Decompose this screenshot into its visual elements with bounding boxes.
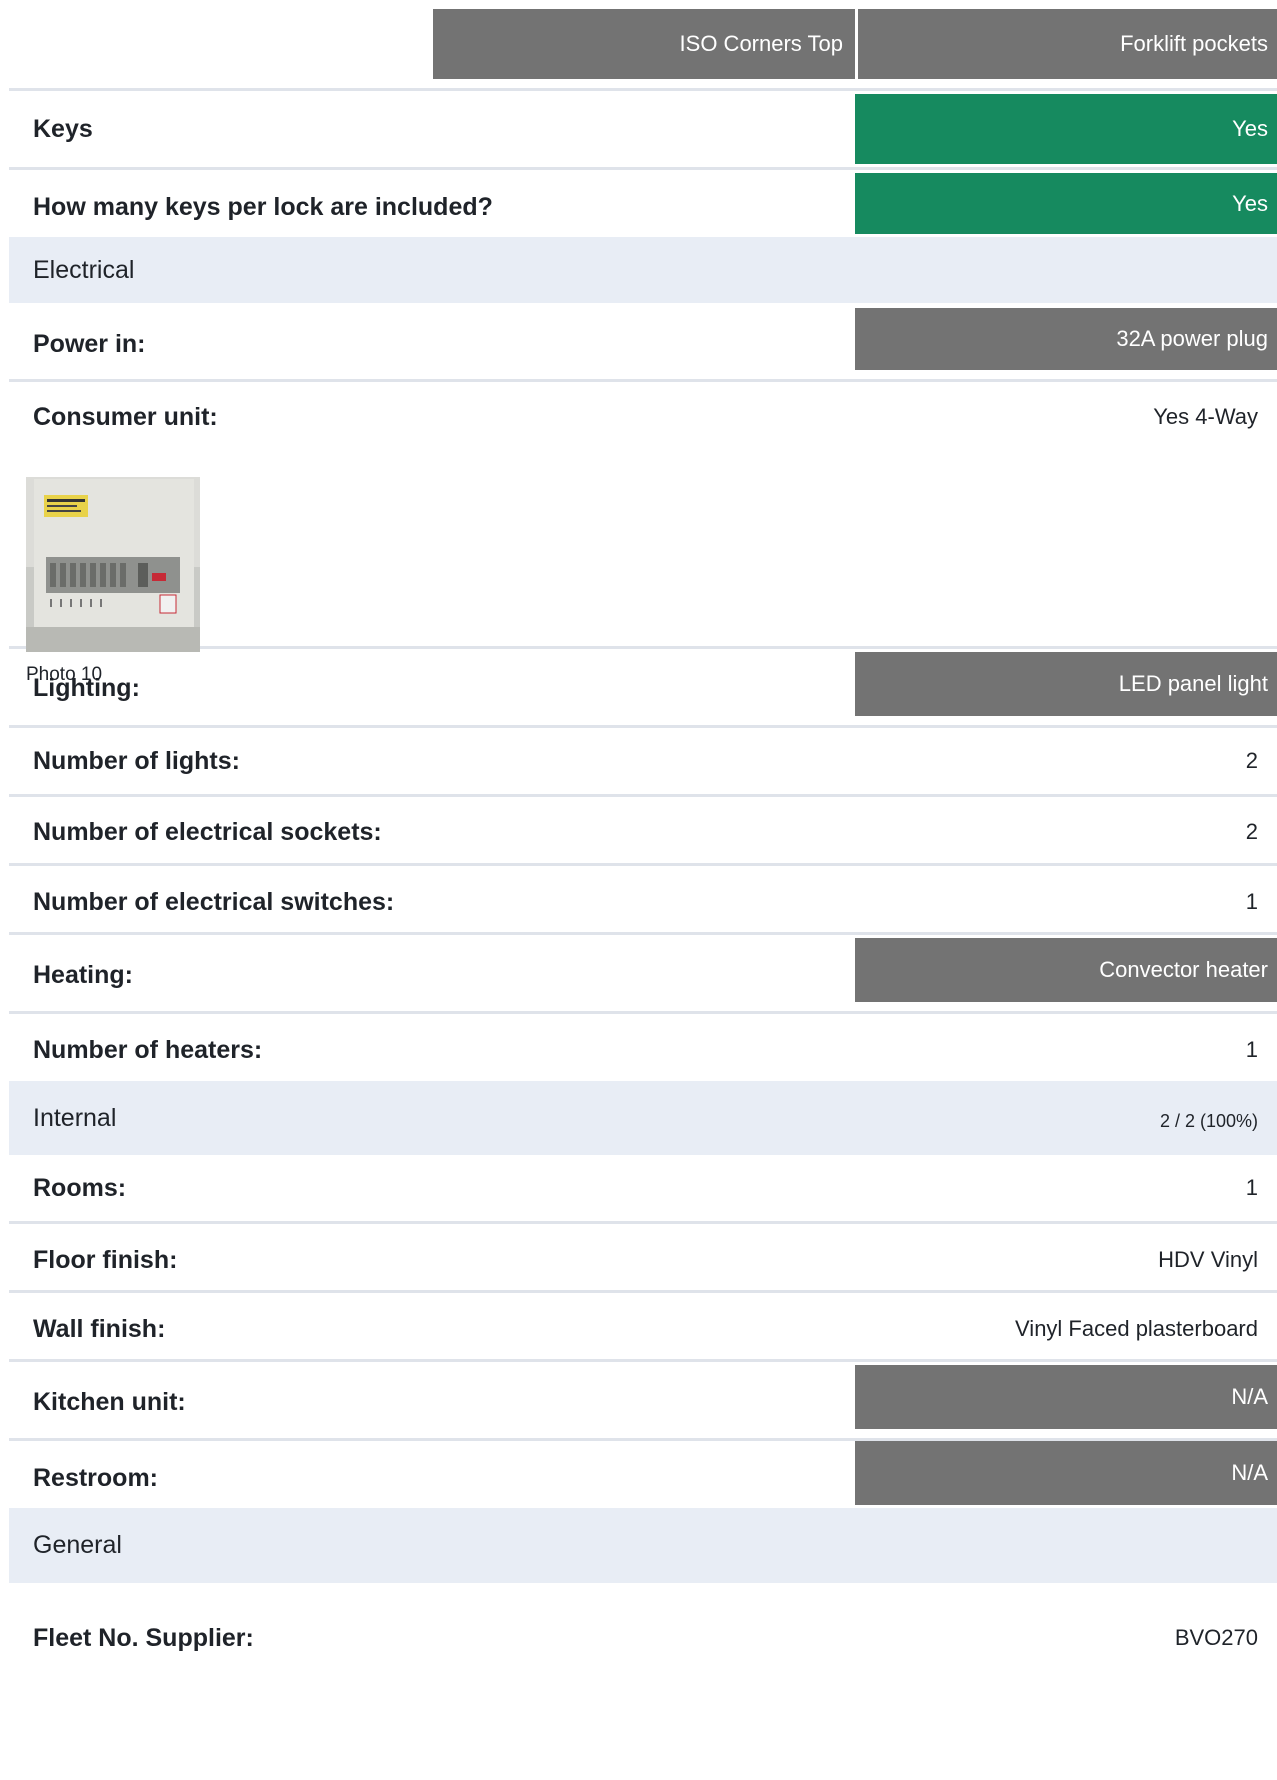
inspection-sheet: ISO Corners Top Forklift pockets Keys Ye… (9, 9, 1277, 1683)
header-forklift-pockets: Forklift pockets (855, 9, 1277, 79)
consumer-unit-value: Yes 4-Way (1153, 404, 1258, 429)
lighting-label: Lighting: (33, 674, 140, 702)
restroom-label: Restroom: (33, 1464, 159, 1492)
keys-per-lock-label: How many keys per lock are included? (33, 193, 493, 221)
section-general-title: General (33, 1531, 122, 1559)
section-internal: Internal 2 / 2 (100%) (9, 1081, 1277, 1155)
kitchen-unit-value: N/A (855, 1365, 1277, 1429)
row-number-of-sockets: Number of electrical sockets: 2 (9, 797, 1277, 866)
floor-finish-value: HDV Vinyl (1158, 1247, 1258, 1272)
wall-finish-label: Wall finish: (33, 1315, 166, 1343)
consumer-unit-photo[interactable] (26, 477, 200, 652)
header-row: ISO Corners Top Forklift pockets (9, 9, 1277, 79)
section-electrical: Electrical (9, 237, 1277, 303)
power-in-label: Power in: (33, 330, 146, 358)
row-number-of-lights: Number of lights: 2 (9, 728, 1277, 797)
section-general: General (9, 1508, 1277, 1583)
number-of-lights-label: Number of lights: (33, 747, 240, 775)
row-keys: Keys Yes (9, 91, 1277, 170)
number-of-sockets-label: Number of electrical sockets: (33, 818, 382, 846)
consumer-unit-image (26, 477, 200, 652)
number-of-switches-value: 1 (1245, 889, 1258, 914)
row-restroom: Restroom: N/A (9, 1441, 1277, 1508)
heating-label: Heating: (33, 961, 133, 989)
keys-per-lock-value: Yes (855, 173, 1277, 234)
row-lighting: Lighting: LED panel light (9, 649, 1277, 728)
row-floor-finish: Floor finish: HDV Vinyl (9, 1224, 1277, 1293)
number-of-heaters-value: 1 (1245, 1037, 1258, 1062)
row-fleet-no: Fleet No. Supplier: BVO270 (9, 1583, 1277, 1683)
row-kitchen-unit: Kitchen unit: N/A (9, 1362, 1277, 1441)
photo-caption: Photo 10 (26, 664, 103, 685)
rooms-value: 1 (1245, 1175, 1258, 1200)
row-number-of-switches: Number of electrical switches: 1 (9, 866, 1277, 935)
fleet-no-label: Fleet No. Supplier: (33, 1624, 254, 1652)
section-internal-progress: 2 / 2 (100%) (1159, 1111, 1258, 1131)
keys-label: Keys (33, 115, 93, 143)
rooms-label: Rooms: (33, 1174, 127, 1202)
lighting-value: LED panel light (855, 652, 1277, 716)
wall-finish-value: Vinyl Faced plasterboard (1015, 1316, 1258, 1341)
row-wall-finish: Wall finish: Vinyl Faced plasterboard (9, 1293, 1277, 1362)
header-iso-corners: ISO Corners Top (433, 9, 862, 79)
number-of-switches-label: Number of electrical switches: (33, 888, 395, 916)
number-of-heaters-label: Number of heaters: (33, 1036, 263, 1064)
heating-value: Convector heater (855, 938, 1277, 1002)
section-internal-title: Internal (33, 1104, 117, 1132)
restroom-value: N/A (855, 1441, 1277, 1505)
row-keys-per-lock: How many keys per lock are included? Yes (9, 170, 1277, 237)
row-heating: Heating: Convector heater (9, 935, 1277, 1014)
kitchen-unit-label: Kitchen unit: (33, 1388, 186, 1416)
number-of-sockets-value: 2 (1245, 819, 1258, 844)
fleet-no-value: BVO270 (1174, 1625, 1258, 1650)
power-in-value: 32A power plug (855, 308, 1277, 370)
row-number-of-heaters: Number of heaters: 1 (9, 1014, 1277, 1081)
number-of-lights-value: 2 (1245, 748, 1258, 773)
row-power-in: Power in: 32A power plug (9, 303, 1277, 382)
consumer-unit-label: Consumer unit: (33, 403, 218, 431)
row-rooms: Rooms: 1 (9, 1155, 1277, 1224)
keys-value: Yes (855, 94, 1277, 164)
floor-finish-label: Floor finish: (33, 1246, 178, 1274)
section-electrical-title: Electrical (33, 256, 135, 284)
